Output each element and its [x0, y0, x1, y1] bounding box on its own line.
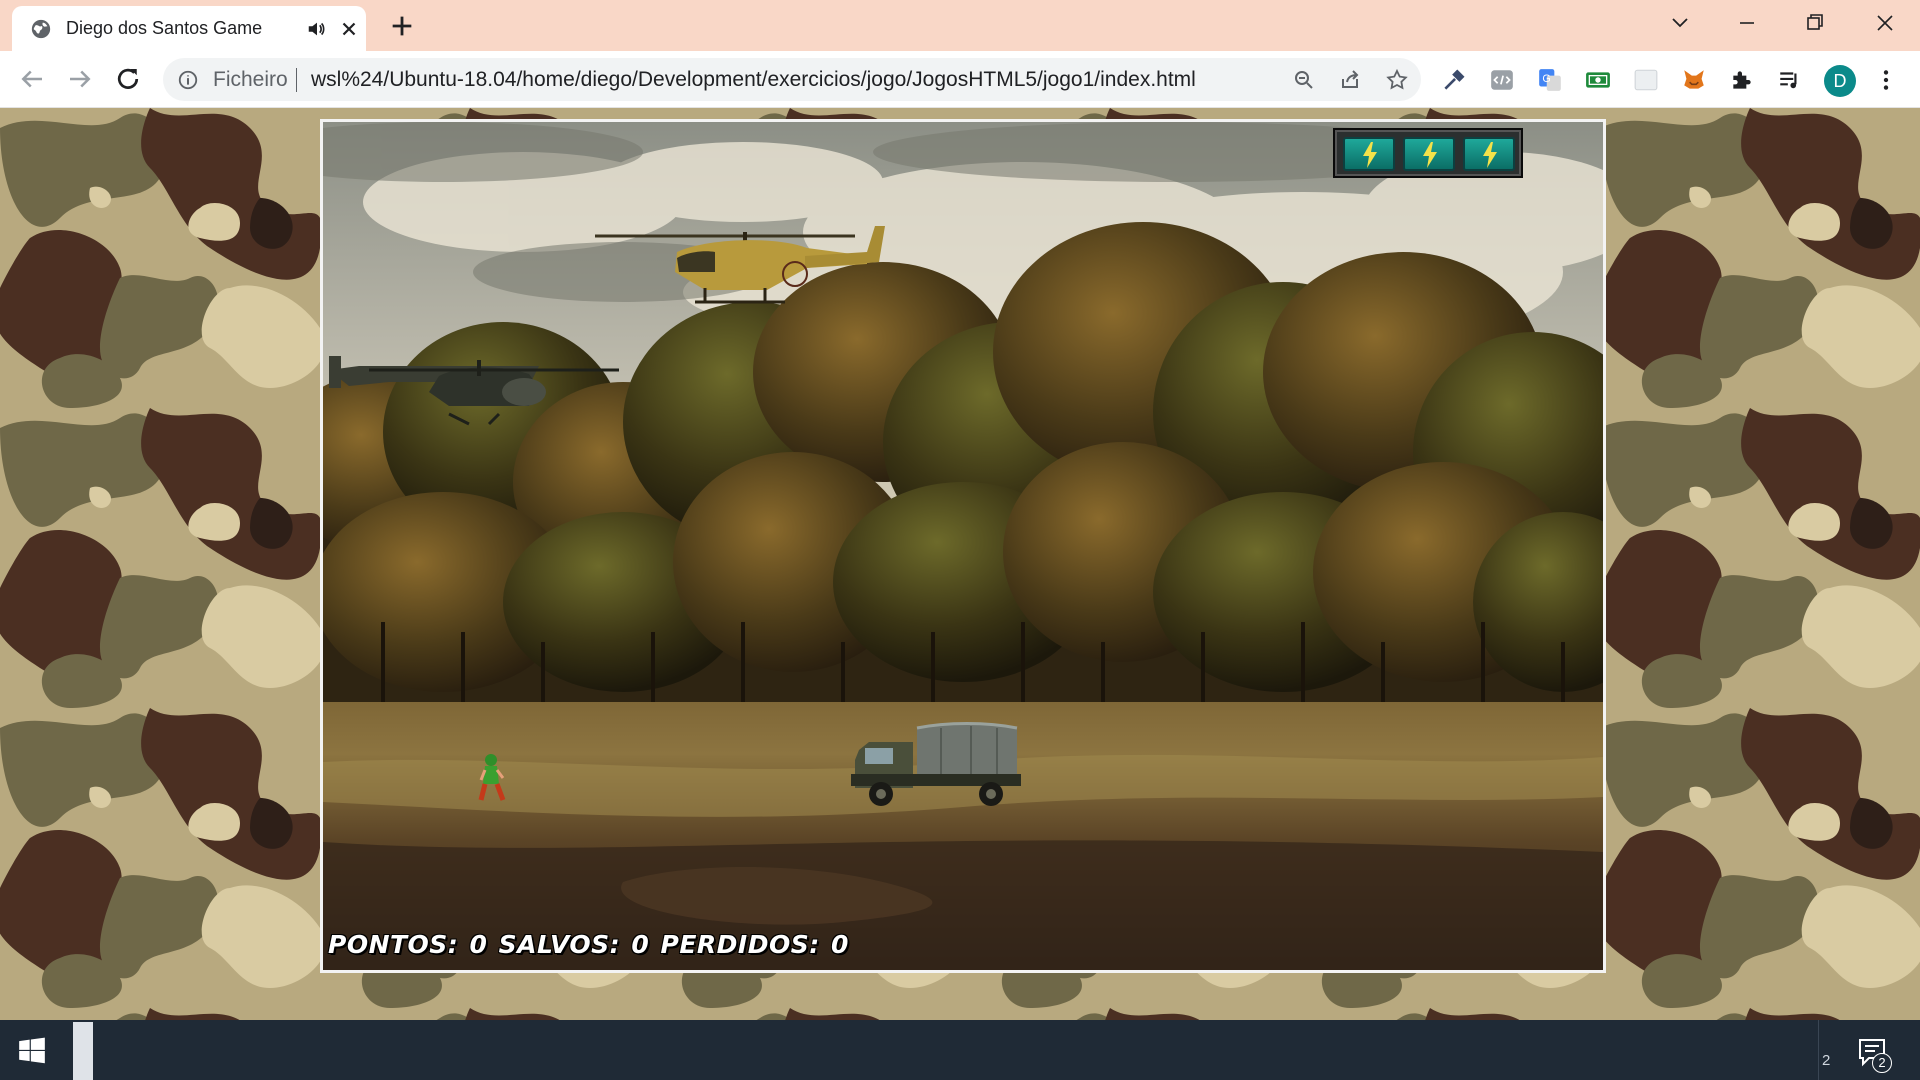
windows-taskbar: 2	[0, 1020, 1920, 1080]
close-window-icon[interactable]	[1868, 8, 1902, 38]
tray-clock-fragment: 2	[1822, 1052, 1831, 1069]
restore-icon[interactable]	[1798, 8, 1832, 38]
game-canvas[interactable]: PONTOS: 0 SALVOS: 0 PERDIDOS: 0	[320, 119, 1606, 973]
address-bar[interactable]: Ficheiro wsl%24/Ubuntu-18.04/home/diego/…	[163, 58, 1421, 101]
extensions-puzzle-icon[interactable]	[1729, 67, 1755, 93]
eyedropper-extension-icon[interactable]	[1441, 67, 1467, 93]
energy-cell	[1463, 137, 1515, 171]
more-menu-icon[interactable]	[1873, 67, 1899, 93]
speaker-icon[interactable]	[306, 18, 328, 40]
address-scheme-label: Ficheiro	[213, 68, 288, 91]
profile-avatar[interactable]: D	[1824, 65, 1856, 97]
saved-label: SALVOS:	[498, 930, 621, 959]
taskbar-divider	[1818, 1020, 1819, 1080]
close-tab-icon[interactable]	[338, 18, 360, 40]
address-separator	[296, 68, 297, 92]
browser-tab-strip: Diego dos Santos Game	[0, 0, 1920, 51]
share-icon[interactable]	[1338, 68, 1362, 92]
points-label: PONTOS:	[328, 930, 459, 959]
address-url[interactable]: wsl%24/Ubuntu-18.04/home/diego/Developme…	[311, 68, 1196, 92]
metamask-fox-icon[interactable]	[1681, 67, 1707, 93]
new-tab-icon[interactable]	[388, 12, 416, 40]
lost-value: 0	[830, 930, 849, 959]
tab-title: Diego dos Santos Game	[66, 18, 263, 38]
energy-cell	[1343, 137, 1395, 171]
browser-tab[interactable]: Diego dos Santos Game	[12, 6, 366, 51]
forward-arrow-icon[interactable]	[65, 64, 95, 94]
windows-start-icon[interactable]	[18, 1037, 46, 1065]
zoom-icon[interactable]	[1292, 68, 1316, 92]
back-arrow-icon[interactable]	[17, 64, 47, 94]
lightning-icon	[1363, 142, 1377, 168]
energy-cell	[1403, 137, 1455, 171]
lost-label: PERDIDOS:	[660, 930, 820, 959]
tab-search-chevron-icon[interactable]	[1663, 8, 1697, 38]
reload-icon[interactable]	[113, 64, 143, 94]
lightning-icon	[1483, 142, 1497, 168]
bookmark-star-icon[interactable]	[1385, 68, 1409, 92]
translate-extension-icon[interactable]: G	[1537, 67, 1563, 93]
media-controls-icon[interactable]	[1777, 67, 1803, 93]
points-value: 0	[469, 930, 488, 959]
minimize-icon[interactable]	[1730, 8, 1764, 38]
svg-text:G: G	[1542, 73, 1550, 85]
game-scene	[323, 122, 1603, 970]
blank-extension-icon[interactable]	[1633, 67, 1659, 93]
energy-meter	[1333, 128, 1523, 178]
globe-icon	[31, 19, 51, 39]
saved-value: 0	[631, 930, 650, 959]
score-hud: PONTOS: 0 SALVOS: 0 PERDIDOS: 0	[328, 930, 851, 959]
taskbar-search-box[interactable]	[73, 1022, 93, 1080]
money-extension-icon[interactable]	[1585, 67, 1611, 93]
code-extension-icon[interactable]	[1489, 67, 1515, 93]
info-icon[interactable]	[177, 69, 199, 91]
notification-count-badge: 2	[1872, 1053, 1892, 1073]
page-viewport: PONTOS: 0 SALVOS: 0 PERDIDOS: 0	[0, 108, 1920, 1020]
lightning-icon	[1423, 142, 1437, 168]
browser-toolbar: Ficheiro wsl%24/Ubuntu-18.04/home/diego/…	[0, 51, 1920, 108]
